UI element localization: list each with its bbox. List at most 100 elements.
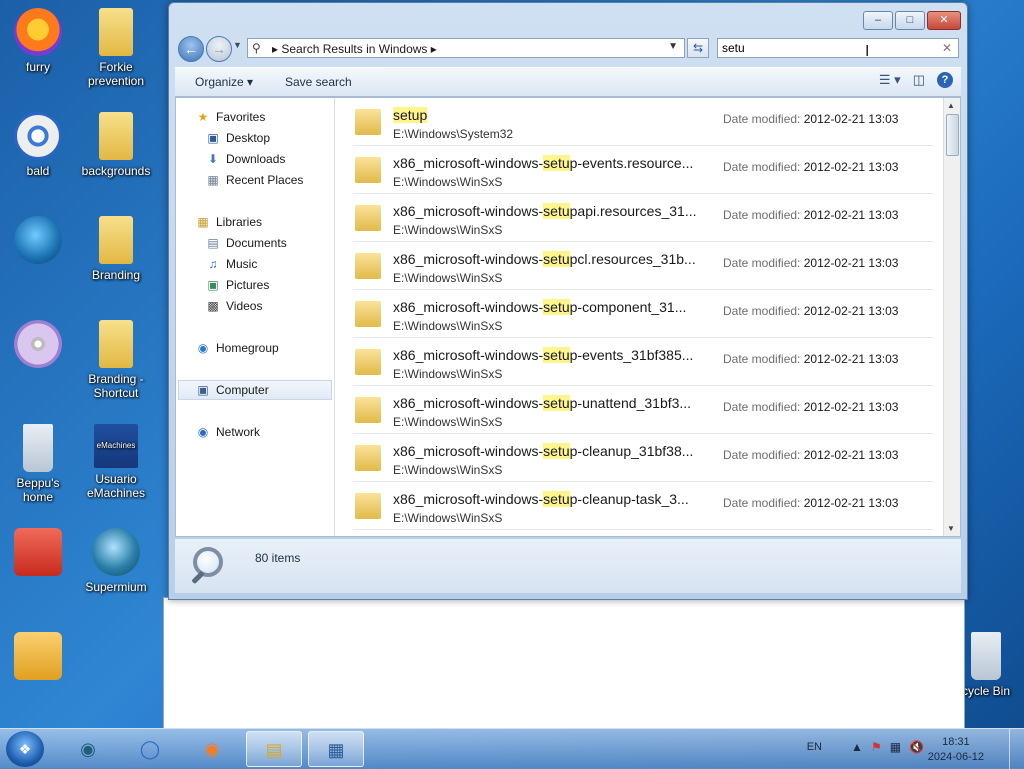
- help-icon[interactable]: ?: [937, 72, 953, 88]
- language-indicator[interactable]: EN: [807, 741, 822, 753]
- user-folder-icon: [23, 424, 53, 472]
- desktop-icon-usuario-emachines[interactable]: eMachines Usuario eMachines: [78, 424, 154, 500]
- minimize-button[interactable]: –: [863, 11, 893, 30]
- desktop-icon-disc[interactable]: [0, 320, 76, 372]
- download-manager-icon: [14, 216, 62, 264]
- taskbar-control-panel[interactable]: ▦: [308, 731, 364, 767]
- change-view-icon[interactable]: ☰ ▾: [879, 72, 901, 88]
- network-icon: ◉: [197, 425, 209, 439]
- nav-desktop[interactable]: ▣ Desktop: [206, 131, 270, 145]
- power-icon: [14, 528, 62, 576]
- search-field[interactable]: ✕: [717, 38, 959, 58]
- folder-icon: [355, 445, 381, 471]
- breadcrumb[interactable]: ▸ Search Results in Windows ▸: [272, 42, 437, 56]
- desktop-icon-3[interactable]: [0, 216, 76, 268]
- tray-icons: ▲ ⚑ ▦ 🔇: [851, 740, 924, 754]
- text-cursor-icon: I: [865, 43, 870, 60]
- maximize-button[interactable]: □: [895, 11, 925, 30]
- result-row[interactable]: x86_microsoft-windows-setup-cleanup-task…: [353, 482, 933, 530]
- folder-icon: [355, 205, 381, 231]
- clock[interactable]: 18:31 2024-06-12: [928, 735, 984, 765]
- nav-homegroup[interactable]: ◉ Homegroup: [196, 341, 279, 355]
- search-input[interactable]: [722, 41, 922, 55]
- desktop-icon-bald[interactable]: bald: [0, 112, 76, 178]
- nav-libraries[interactable]: ▦ Libraries: [196, 215, 262, 229]
- recent-pages-dropdown[interactable]: ▼: [233, 40, 242, 50]
- desktop-icon-backgrounds[interactable]: backgrounds: [78, 112, 154, 178]
- result-name: x86_microsoft-windows-setupcl.resources_…: [393, 251, 696, 267]
- taskbar-explorer[interactable]: ▤: [246, 731, 302, 767]
- nav-music[interactable]: ♫ Music: [206, 257, 258, 271]
- desktop-icon-furry[interactable]: furry: [0, 8, 76, 74]
- scroll-up-icon[interactable]: ▲: [947, 101, 955, 110]
- result-row[interactable]: x86_microsoft-windows-setup-events_31bf3…: [353, 338, 933, 386]
- vertical-scrollbar[interactable]: ▲ ▼: [943, 98, 960, 536]
- address-bar[interactable]: ⚲ ▸ Search Results in Windows ▸ ▼: [247, 38, 685, 58]
- forward-button[interactable]: →: [206, 36, 232, 62]
- organize-button[interactable]: Organize ▾: [195, 75, 253, 89]
- result-row[interactable]: x86_microsoft-windows-setup-events.resou…: [353, 146, 933, 194]
- chromium-icon: [14, 112, 62, 160]
- result-row[interactable]: x86_microsoft-windows-setupcl.resources_…: [353, 242, 933, 290]
- result-row[interactable]: x86_microsoft-windows-setupapi.resources…: [353, 194, 933, 242]
- preview-pane-icon[interactable]: ◫: [913, 72, 925, 88]
- address-dropdown-icon[interactable]: ▼: [668, 41, 678, 52]
- taskbar: ❖ ◉ ◯ ◉ ▤ ▦ EN ▲ ⚑ ▦ 🔇 18:31 2024-06-12: [0, 728, 1024, 769]
- start-button[interactable]: ❖: [6, 731, 44, 767]
- nav-network[interactable]: ◉ Network: [196, 425, 260, 439]
- taskbar-firefox[interactable]: ◉: [184, 731, 240, 767]
- libraries-icon: ▦: [197, 215, 209, 229]
- desktop-icon-key[interactable]: [0, 632, 76, 684]
- nav-recent-places[interactable]: ▦ Recent Places: [206, 173, 303, 187]
- nav-pictures[interactable]: ▣ Pictures: [206, 278, 269, 292]
- search-highlight: setu: [543, 251, 570, 267]
- refresh-button[interactable]: ⇆: [687, 38, 709, 58]
- scroll-down-icon[interactable]: ▼: [947, 524, 955, 533]
- desktop-icon-branding-shortcut[interactable]: Branding - Shortcut: [78, 320, 154, 400]
- supermium-icon: ◉: [80, 739, 96, 759]
- taskbar-supermium[interactable]: ◉: [60, 731, 116, 767]
- search-results-list: setup E:\Windows\System32 Date modified: 2…: [335, 98, 944, 536]
- back-button[interactable]: ←: [178, 36, 204, 62]
- control-panel-icon: ▦: [327, 740, 345, 760]
- navigation-pane: ★ Favorites ▣ Desktop ⬇ Downloads ▦ Recent P…: [176, 98, 335, 536]
- clear-search-icon[interactable]: ✕: [942, 41, 952, 55]
- desktop-icon-branding[interactable]: Branding: [78, 216, 154, 282]
- nav-downloads[interactable]: ⬇ Downloads: [206, 152, 285, 166]
- folder-icon: [99, 216, 133, 264]
- nav-computer[interactable]: ▣ Computer: [196, 383, 268, 397]
- volume-muted-icon[interactable]: 🔇: [909, 740, 924, 754]
- scrollbar-thumb[interactable]: [946, 114, 959, 156]
- emachines-icon: eMachines: [94, 424, 138, 468]
- nav-favorites[interactable]: ★ Favorites: [196, 110, 266, 124]
- desktop-icon-beppus-home[interactable]: Beppu's home: [0, 424, 76, 504]
- content-area: ★ Favorites ▣ Desktop ⬇ Downloads ▦ Recent P…: [175, 97, 961, 537]
- network-status-icon[interactable]: ▦: [890, 740, 901, 754]
- result-row[interactable]: x86_microsoft-windows-setup-unattend_31b…: [353, 386, 933, 434]
- close-button[interactable]: ✕: [927, 11, 961, 30]
- nav-documents[interactable]: ▤ Documents: [206, 236, 286, 250]
- show-hidden-icons-icon[interactable]: ▲: [851, 740, 863, 754]
- result-path: E:\Windows\WinSxS: [393, 415, 503, 429]
- action-center-icon[interactable]: ⚑: [871, 740, 882, 754]
- result-path: E:\Windows\WinSxS: [393, 319, 503, 333]
- result-name: x86_microsoft-windows-setup-cleanup-task…: [393, 491, 689, 507]
- magnifier-handle: [191, 570, 205, 585]
- details-pane: 80 items: [175, 539, 961, 593]
- result-row[interactable]: x86_microsoft-windows-setup-component_31…: [353, 290, 933, 338]
- folder-icon: [99, 320, 133, 368]
- folder-icon: [99, 112, 133, 160]
- result-row[interactable]: x86_microsoft-windows-setup-cleanup_31bf…: [353, 434, 933, 482]
- desktop-icon-power[interactable]: [0, 528, 76, 580]
- nav-videos[interactable]: ▩ Videos: [206, 299, 262, 313]
- result-row[interactable]: setup E:\Windows\System32 Date modified: 2…: [353, 98, 933, 146]
- folder-icon: [355, 109, 381, 135]
- recent-places-icon: ▦: [207, 173, 219, 187]
- result-name: x86_microsoft-windows-setup-events.resou…: [393, 155, 694, 171]
- taskbar-chromium[interactable]: ◯: [122, 731, 178, 767]
- desktop-icon-supermium[interactable]: Supermium: [78, 528, 154, 594]
- show-desktop-button[interactable]: [1009, 729, 1024, 769]
- result-date-modified: Date modified: 2012-02-21 13:03: [723, 352, 899, 366]
- save-search-button[interactable]: Save search: [285, 75, 352, 89]
- desktop-icon-forkie[interactable]: Forkie prevention: [78, 8, 154, 88]
